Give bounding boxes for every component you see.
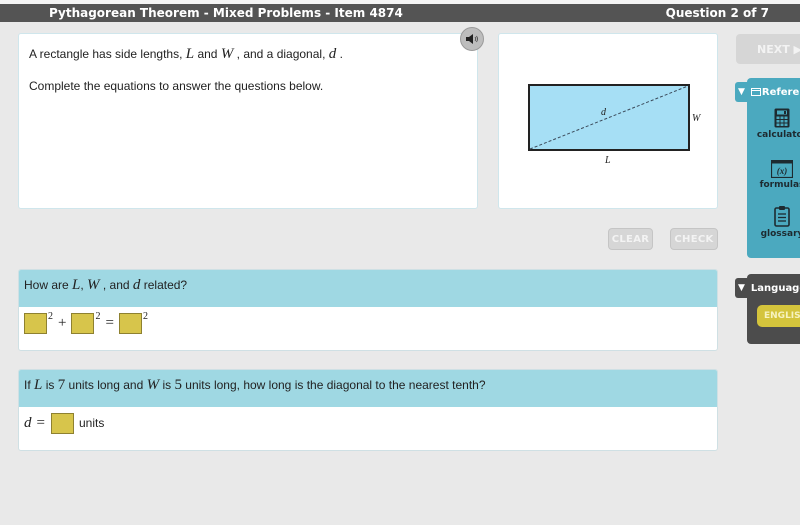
question-2-answer-row: d = units [19,407,717,450]
text: is [159,378,175,392]
answer-box-1[interactable] [24,313,47,334]
calculator-tool[interactable]: calculator [752,108,800,140]
text: . [336,47,343,61]
var-W: W [87,277,100,293]
text: units long and [65,378,147,392]
var-W: W [146,377,160,393]
title-bar: Pythagorean Theorem - Mixed Problems - I… [0,4,800,22]
item-title: Pythagorean Theorem - Mixed Problems - I… [49,6,403,20]
var-L: L [185,46,195,62]
language-header[interactable]: ▼ Language [738,280,800,296]
equals-sign: = [36,415,45,431]
exponent: 2 [142,311,148,322]
intro-line-1: A rectangle has side lengths, L and W , … [29,46,343,63]
text: and [194,47,221,61]
text: related? [140,278,188,292]
var-d: d [24,415,32,431]
equals-sign: = [105,315,114,331]
exponent: 2 [95,311,101,322]
units-label: units [78,416,105,430]
calculator-icon [774,108,790,128]
glossary-label: glossary [760,229,800,239]
text: If [24,378,35,392]
calculator-label: calculator [756,130,800,140]
text: , and a diagonal, [233,47,329,61]
text: is [42,378,58,392]
text: A rectangle has side lengths, [29,47,186,61]
reference-book-icon [750,88,761,96]
collapse-triangle-icon: ▼ [738,283,745,293]
label-L: L [604,155,611,166]
figure-card: d W L [498,33,718,209]
intro-line-2: Complete the equations to answer the que… [29,79,324,93]
text: , and [99,278,133,292]
rectangle-figure: d W L [528,84,702,166]
answer-box-2[interactable] [71,313,95,334]
glossary-tool[interactable]: glossary [752,205,800,239]
diagonal-answer-box[interactable] [50,413,74,434]
collapse-triangle-icon: ▼ [738,87,745,97]
formulas-label: formulas [759,180,800,190]
clear-button[interactable]: CLEAR [608,228,653,250]
question-2-prompt: If L is 7 units long and W is 5 units lo… [19,370,717,407]
var-W: W [220,46,234,62]
speaker-icon [466,34,478,44]
reference-header[interactable]: ▼ Reference [738,84,800,100]
formulas-tool[interactable]: (x) formulas [752,160,800,190]
exponent: 2 [48,311,53,322]
audio-button[interactable] [460,27,484,51]
english-language-button[interactable]: ENGLISH [757,305,800,327]
reference-header-label: Reference [761,86,800,98]
clipboard-icon [774,206,790,227]
intro-card: A rectangle has side lengths, L and W , … [18,33,478,209]
next-button[interactable]: NEXT ▶ [736,34,800,64]
text: How are [24,278,73,292]
language-header-label: Language [750,282,800,294]
label-W: W [692,113,702,124]
question-1-prompt: How are L, W , and d related? [19,270,717,307]
answer-box-3[interactable] [118,313,142,334]
question-counter: Question 2 of 7 [665,6,769,20]
W-value: 5 [174,377,182,393]
check-button[interactable]: CHECK [670,228,718,250]
plus-sign: + [58,315,67,331]
question-2: If L is 7 units long and W is 5 units lo… [18,369,718,451]
text: units long, how long is the diagonal to … [181,378,486,392]
question-1: How are L, W , and d related? 2 + 2 = 2 [18,269,718,351]
question-1-answer-row: 2 + 2 = 2 [19,307,717,350]
formulas-icon: (x) [771,160,793,178]
formulas-glyph: (x) [777,166,788,176]
